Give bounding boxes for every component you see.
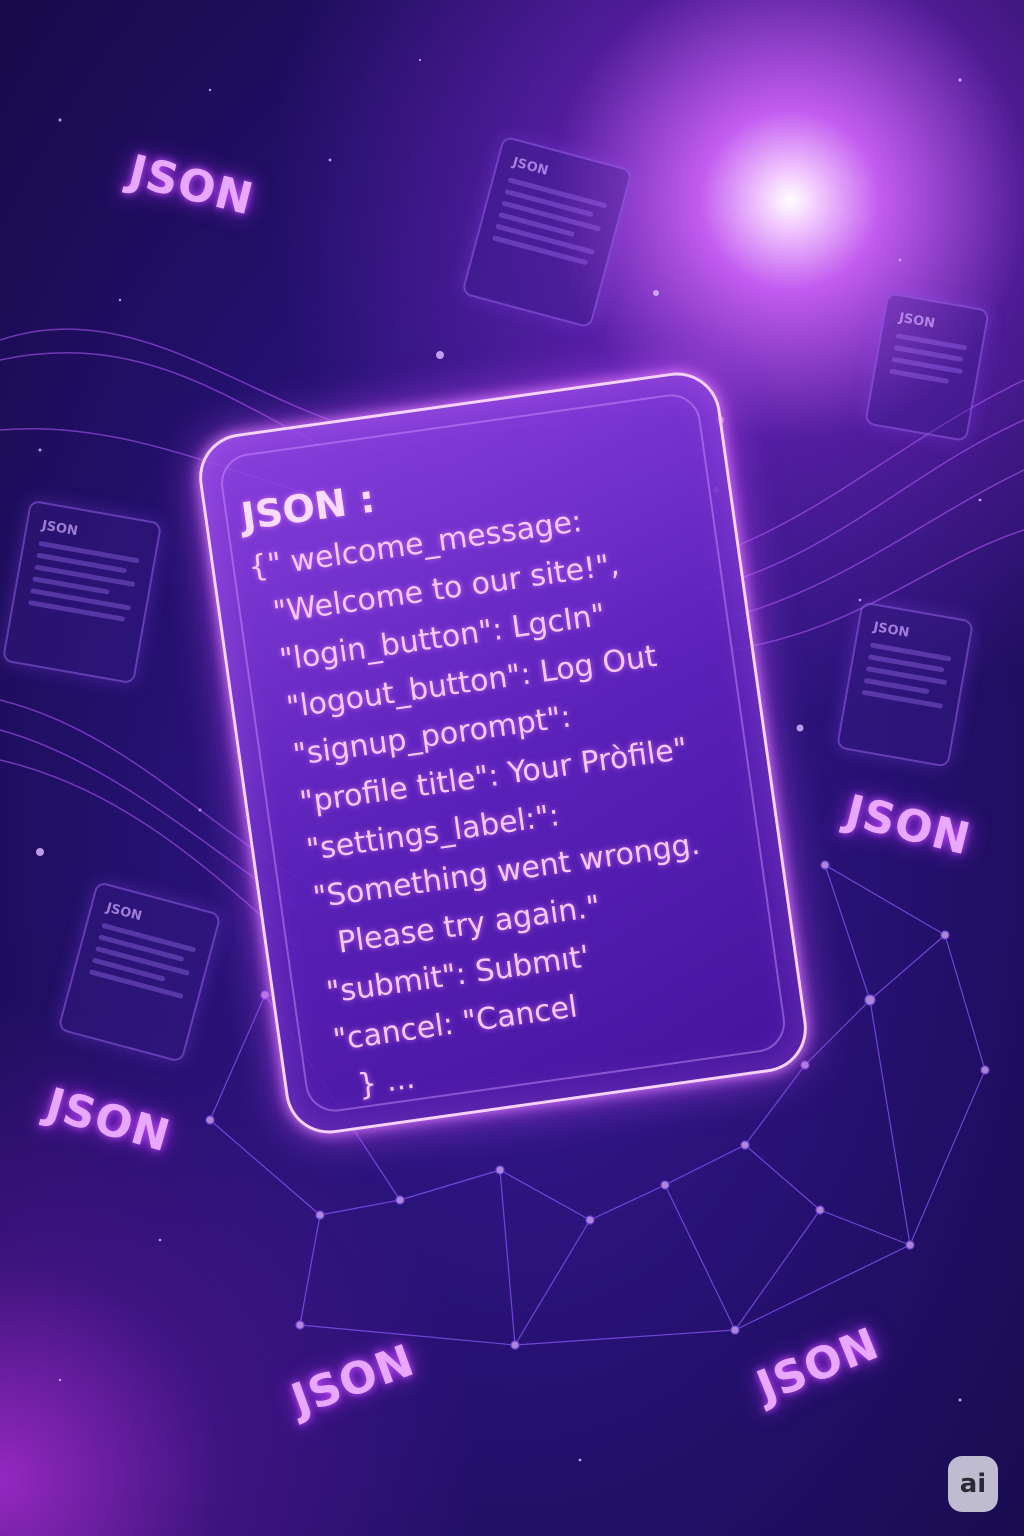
ai-watermark-badge: ai: [948, 1456, 998, 1512]
json-card: JSON : {" welcome_message: "Welcome to o…: [193, 366, 813, 1140]
floating-document-icon: JSON: [1, 499, 163, 685]
json-code-block: JSON : {" welcome_message: "Welcome to o…: [238, 428, 787, 1115]
